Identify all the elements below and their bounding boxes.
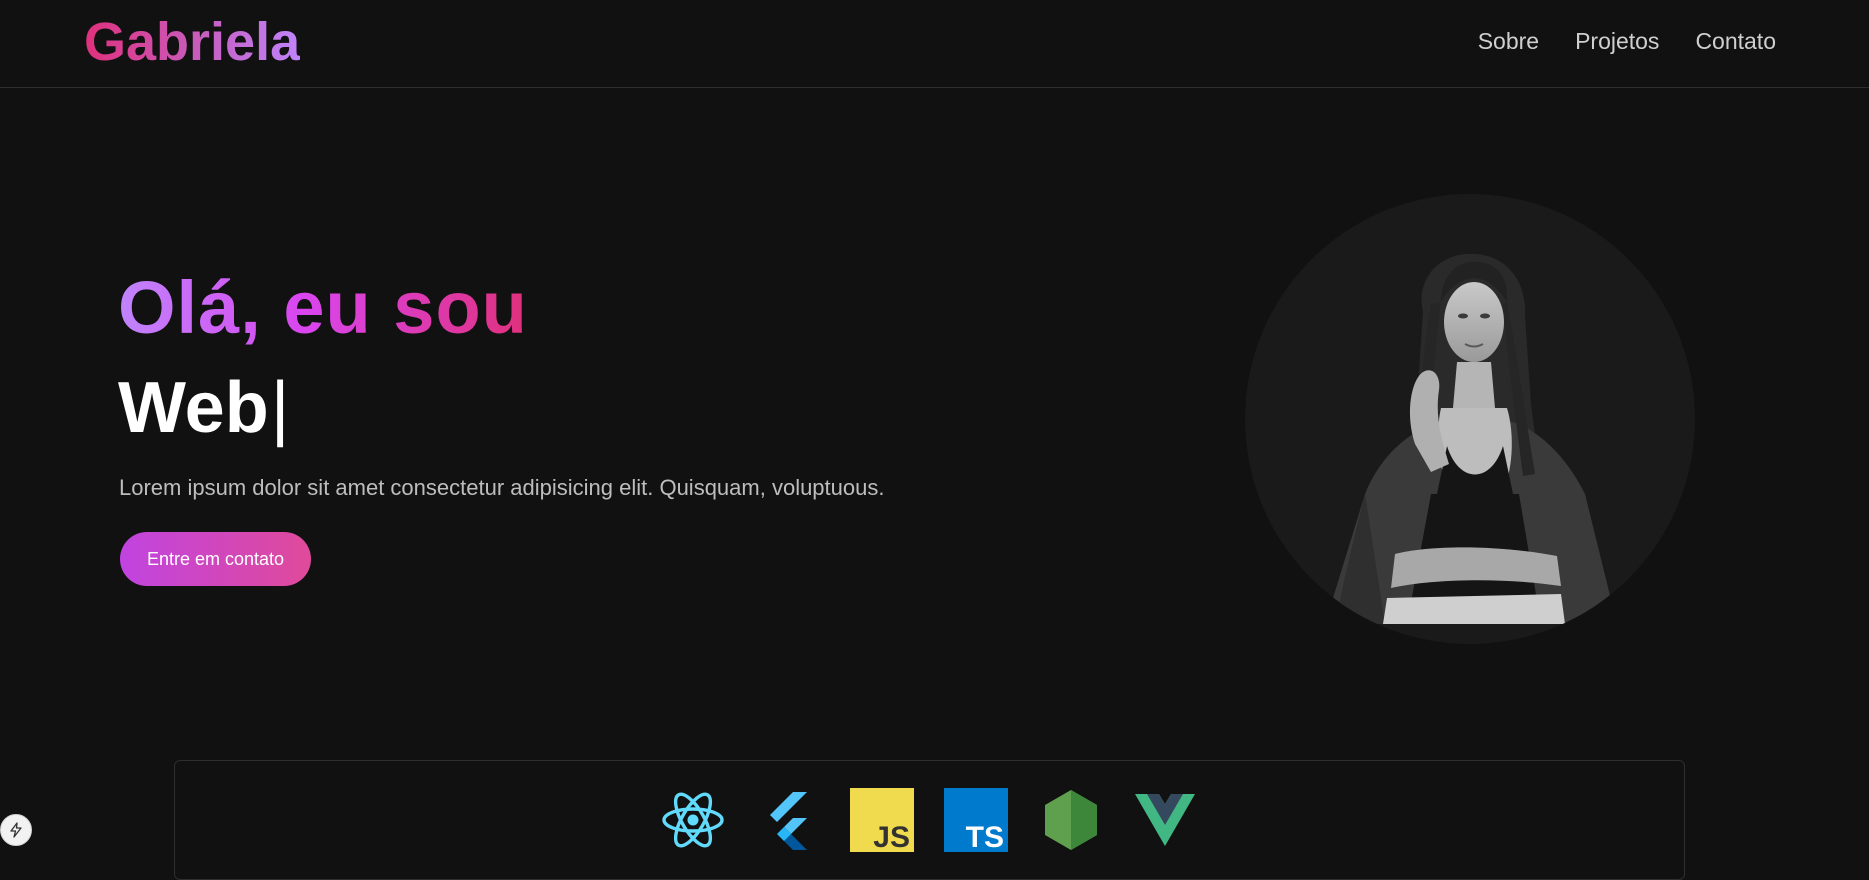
hero-role: Web| [118,368,289,448]
lightning-icon [10,822,22,838]
svg-text:JS: JS [873,821,910,852]
nav-link-projetos[interactable]: Projetos [1575,27,1659,55]
hero-greeting: Olá, eu sou [118,266,528,349]
portrait-illustration [1325,253,1617,624]
nodejs-icon [1045,790,1097,850]
site-header: Gabriela Sobre Projetos Contato [0,0,1869,88]
javascript-icon: JS [850,788,914,852]
nav-link-sobre[interactable]: Sobre [1478,27,1539,55]
react-icon [662,792,724,848]
tech-stack-panel [174,760,1685,880]
contact-button[interactable]: Entre em contato [120,532,311,586]
floating-action-button[interactable] [0,814,32,846]
flutter-icon [770,792,807,850]
vue-icon [1135,794,1195,846]
logo[interactable]: Gabriela [84,12,300,72]
typing-cursor: | [270,368,290,448]
hero-description: Lorem ipsum dolor sit amet consectetur a… [119,475,885,500]
typescript-icon: TS [944,788,1008,852]
svg-text:TS: TS [966,821,1004,852]
role-text: Web [118,368,269,448]
profile-photo [1245,194,1695,644]
main-nav: Sobre Projetos Contato [1478,27,1776,55]
nav-link-contato[interactable]: Contato [1695,27,1776,55]
